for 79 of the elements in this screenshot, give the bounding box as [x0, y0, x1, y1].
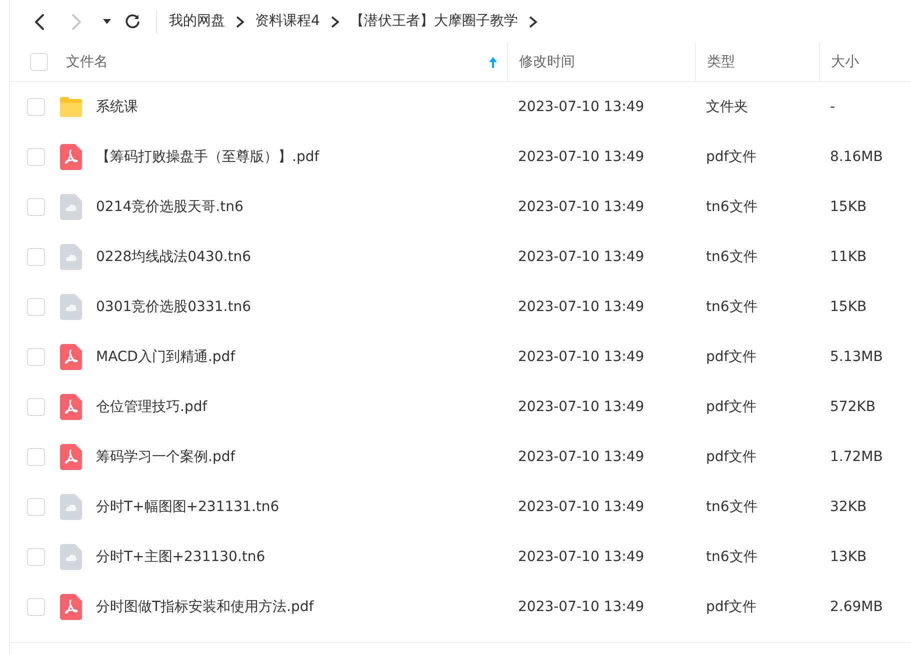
- chevron-icon: [528, 16, 538, 28]
- file-type: tn6文件: [706, 548, 758, 566]
- file-type: 文件夹: [706, 98, 748, 116]
- modified-time: 2023-07-10 13:49: [518, 498, 644, 516]
- row-checkbox[interactable]: [27, 548, 45, 566]
- modified-time: 2023-07-10 13:49: [518, 398, 644, 416]
- breadcrumb-link[interactable]: 我的网盘: [169, 11, 225, 32]
- row-checkbox[interactable]: [27, 448, 45, 466]
- file-size: 13KB: [830, 548, 867, 566]
- breadcrumb-link[interactable]: 【潜伏王者】大摩圈子教学: [350, 11, 518, 32]
- file-name[interactable]: 分时图做T指标安装和使用方法.pdf: [96, 596, 314, 618]
- select-all-checkbox[interactable]: [30, 53, 48, 71]
- file-size: 2.69MB: [830, 598, 883, 616]
- modified-time: 2023-07-10 13:49: [518, 348, 644, 366]
- file-size: 15KB: [830, 298, 867, 316]
- file-size: 5.13MB: [830, 348, 883, 366]
- file-size: 15KB: [830, 198, 867, 216]
- file-type: pdf文件: [706, 598, 757, 616]
- cloud-file-icon: [60, 544, 82, 570]
- modified-time: 2023-07-10 13:49: [518, 98, 644, 116]
- row-checkbox[interactable]: [27, 598, 45, 616]
- file-type: tn6文件: [706, 248, 758, 266]
- column-header[interactable]: 文件名: [66, 52, 108, 72]
- file-type: tn6文件: [706, 298, 758, 316]
- pdf-file-icon: [60, 394, 82, 420]
- column-header[interactable]: 大小: [831, 52, 859, 72]
- modified-time: 2023-07-10 13:49: [518, 248, 644, 266]
- file-size: 1.72MB: [830, 448, 883, 466]
- cloud-file-icon: [60, 244, 82, 270]
- file-name[interactable]: 0228均线战法0430.tn6: [96, 246, 251, 268]
- folder-icon: [59, 96, 83, 118]
- file-name[interactable]: 系统课: [96, 96, 138, 118]
- chevron-icon: [330, 16, 340, 28]
- column-header[interactable]: 修改时间: [519, 52, 575, 72]
- file-name[interactable]: 筹码学习一个案例.pdf: [96, 446, 236, 468]
- row-checkbox[interactable]: [27, 348, 45, 366]
- chevron-icon: [235, 16, 245, 28]
- cloud-file-icon: [60, 294, 82, 320]
- pdf-file-icon: [60, 144, 82, 170]
- file-type: tn6文件: [706, 498, 758, 516]
- caret-icon: [103, 18, 111, 24]
- modified-time: 2023-07-10 13:49: [518, 598, 644, 616]
- breadcrumb-link[interactable]: 资料课程4: [255, 11, 320, 32]
- modified-time: 2023-07-10 13:49: [518, 548, 644, 566]
- cloud-file-icon: [60, 494, 82, 520]
- modified-time: 2023-07-10 13:49: [518, 198, 644, 216]
- file-size: 32KB: [830, 498, 867, 516]
- row-checkbox[interactable]: [27, 198, 45, 216]
- row-checkbox[interactable]: [27, 248, 45, 266]
- file-type: pdf文件: [706, 148, 757, 166]
- column-header[interactable]: 类型: [707, 52, 735, 72]
- file-size: -: [830, 98, 836, 116]
- file-type: tn6文件: [706, 198, 758, 216]
- file-size: 11KB: [830, 248, 867, 266]
- file-type: pdf文件: [706, 398, 757, 416]
- row-checkbox[interactable]: [27, 498, 45, 516]
- file-name[interactable]: MACD入门到精通.pdf: [96, 346, 236, 368]
- pdf-file-icon: [60, 594, 82, 620]
- file-size: 572KB: [830, 398, 876, 416]
- row-checkbox[interactable]: [27, 148, 45, 166]
- row-checkbox[interactable]: [27, 298, 45, 316]
- file-size: 8.16MB: [830, 148, 883, 166]
- file-name[interactable]: 0301竞价选股0331.tn6: [96, 296, 251, 318]
- modified-time: 2023-07-10 13:49: [518, 298, 644, 316]
- pdf-file-icon: [60, 444, 82, 470]
- file-name[interactable]: 【筹码打败操盘手（至尊版）】.pdf: [96, 146, 320, 168]
- row-checkbox[interactable]: [27, 398, 45, 416]
- file-name[interactable]: 0214竞价选股天哥.tn6: [96, 196, 244, 218]
- file-name[interactable]: 分时T+主图+231130.tn6: [96, 546, 266, 568]
- file-type: pdf文件: [706, 448, 757, 466]
- file-type: pdf文件: [706, 348, 757, 366]
- file-name[interactable]: 仓位管理技巧.pdf: [96, 396, 208, 418]
- file-name[interactable]: 分时T+幅图图+231131.tn6: [96, 496, 280, 518]
- refresh-icon: [124, 13, 140, 30]
- cloud-file-icon: [60, 194, 82, 220]
- row-checkbox[interactable]: [27, 98, 45, 116]
- modified-time: 2023-07-10 13:49: [518, 448, 644, 466]
- pdf-file-icon: [60, 344, 82, 370]
- modified-time: 2023-07-10 13:49: [518, 148, 644, 166]
